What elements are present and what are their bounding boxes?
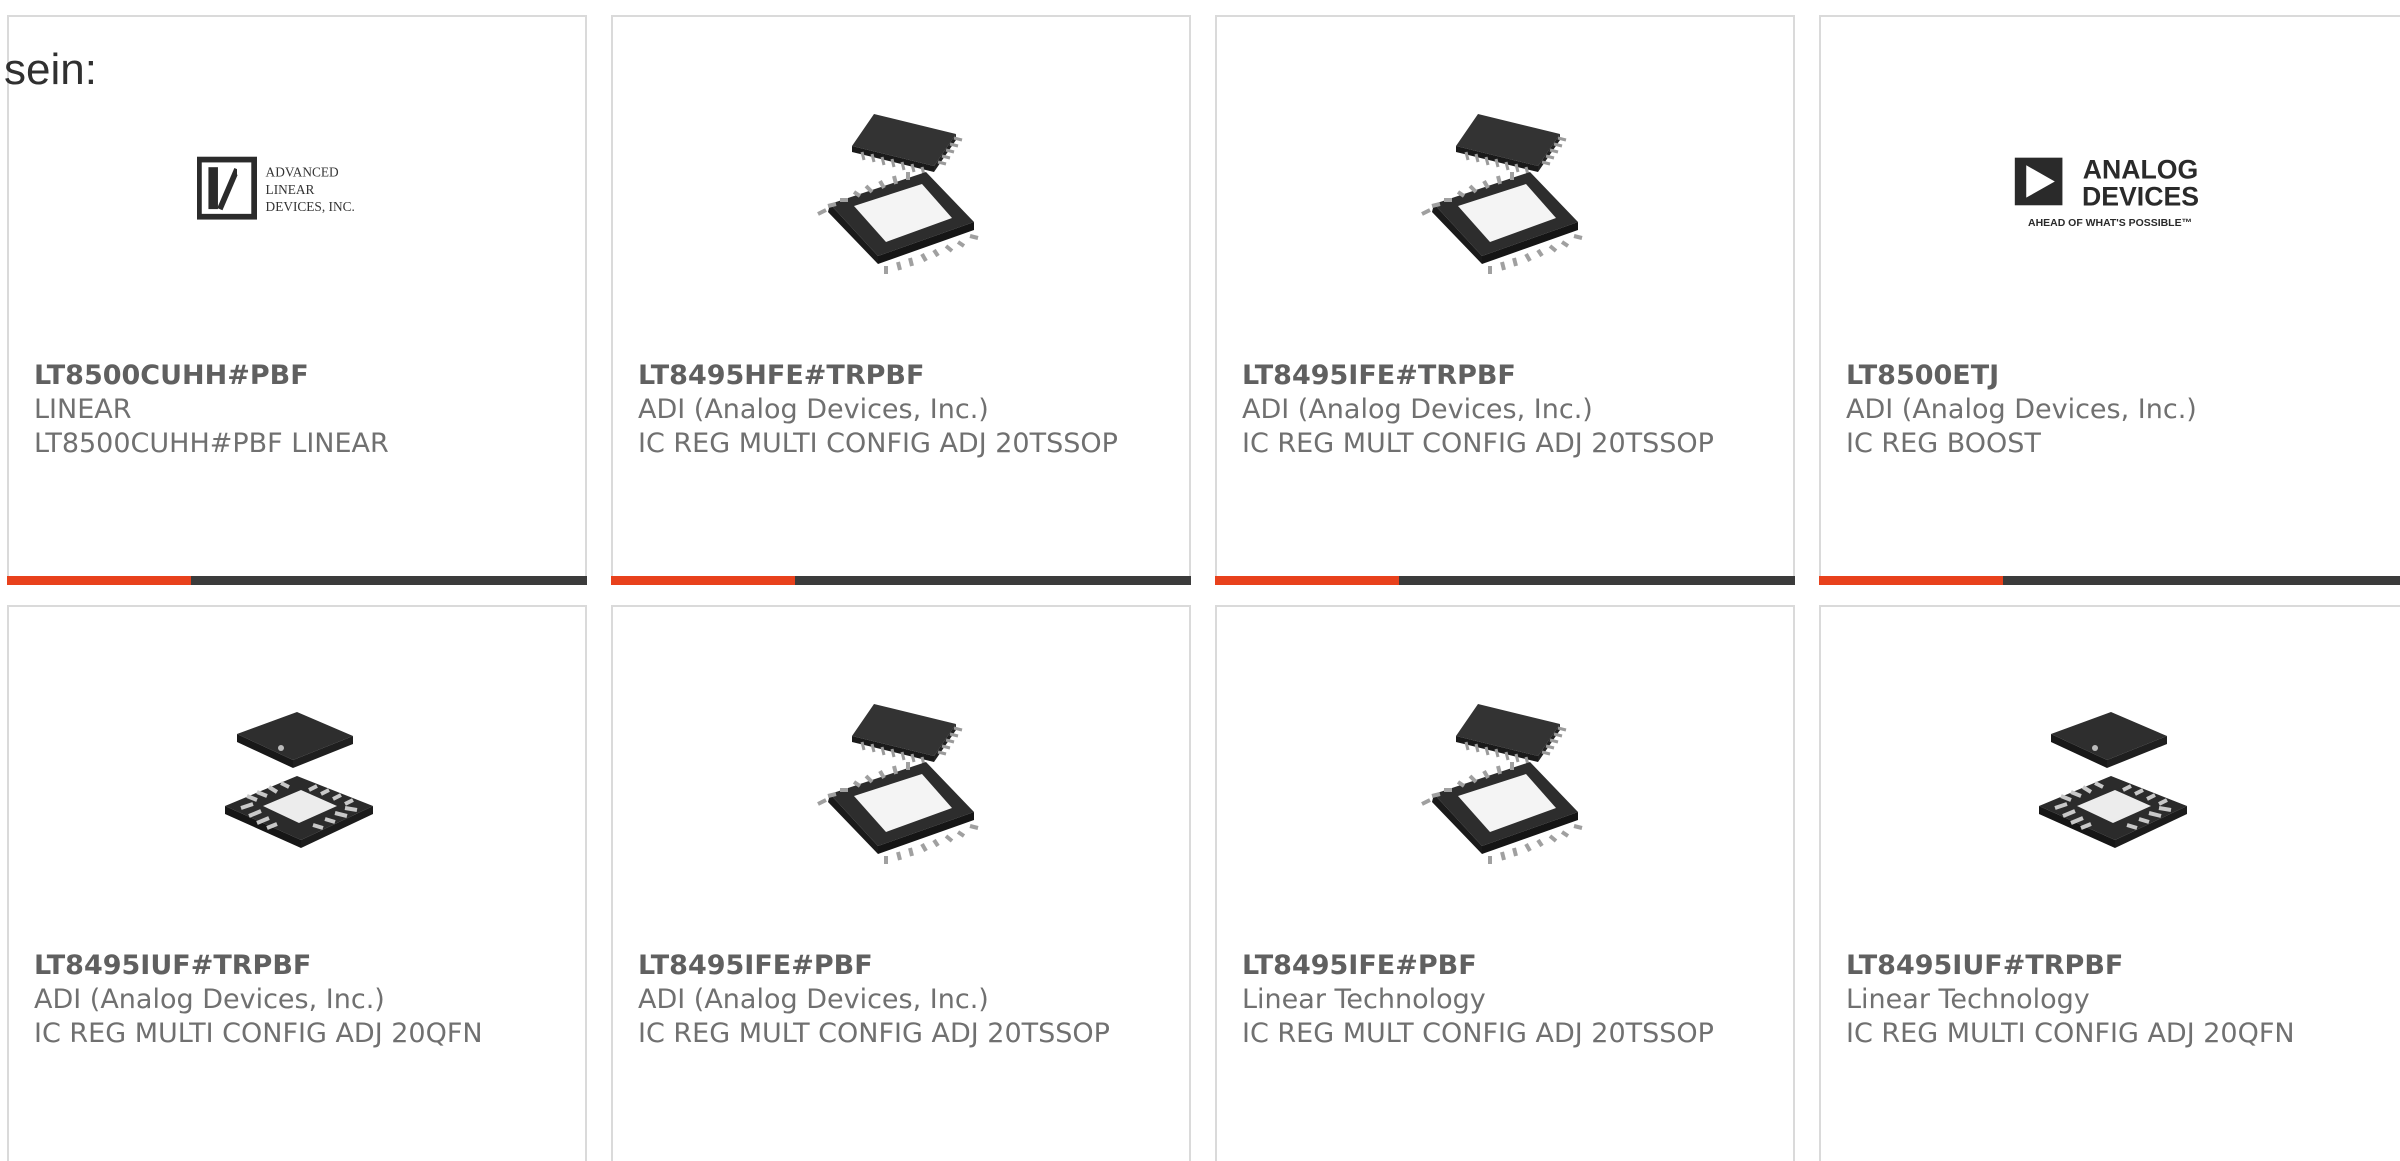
card-accent bbox=[611, 576, 795, 585]
logo-line-1: ADVANCED bbox=[266, 165, 339, 180]
part-number[interactable]: LT8500CUHH#PBF bbox=[34, 359, 565, 393]
card-bottom-bar bbox=[1819, 576, 2400, 585]
card-bottom-bar bbox=[611, 576, 1191, 585]
advanced-linear-devices-logo: ADVANCED LINEAR DEVICES, INC. bbox=[197, 91, 397, 291]
manufacturer: LINEAR bbox=[34, 394, 132, 425]
product-card[interactable]: LT8495IFE#TRPBF ADI (Analog Devices, Inc… bbox=[1215, 15, 1795, 585]
description: IC REG MULT CONFIG ADJ 20TSSOP bbox=[638, 1018, 1110, 1049]
description: IC REG MULT CONFIG ADJ 20TSSOP bbox=[1242, 1018, 1714, 1049]
description: IC REG MULT CONFIG ADJ 20TSSOP bbox=[1242, 428, 1714, 459]
description: IC REG MULTI CONFIG ADJ 20TSSOP bbox=[638, 428, 1118, 459]
manufacturer: Linear Technology bbox=[1846, 984, 2090, 1015]
manufacturer: ADI (Analog Devices, Inc.) bbox=[1242, 394, 1593, 425]
description: IC REG MULTI CONFIG ADJ 20QFN bbox=[1846, 1018, 2295, 1049]
part-number[interactable]: LT8500ETJ bbox=[1846, 359, 2380, 393]
part-number[interactable]: LT8495IFE#PBF bbox=[1242, 949, 1773, 983]
product-card[interactable]: LT8495IUF#TRPBF ADI (Analog Devices, Inc… bbox=[7, 605, 587, 1161]
logo-tagline: AHEAD OF WHAT'S POSSIBLE™ bbox=[2028, 218, 2192, 229]
logo-line-2: DEVICES bbox=[2082, 181, 2199, 211]
lead-text: sein: bbox=[4, 45, 97, 94]
manufacturer: ADI (Analog Devices, Inc.) bbox=[638, 984, 989, 1015]
tssop-chip-image bbox=[801, 681, 1001, 881]
card-bottom-bar bbox=[7, 576, 587, 585]
logo-line-3: DEVICES, INC. bbox=[266, 199, 355, 214]
product-card[interactable]: LT8495IFE#PBF Linear Technology IC REG M… bbox=[1215, 605, 1795, 1161]
product-card[interactable]: LT8495HFE#TRPBF ADI (Analog Devices, Inc… bbox=[611, 15, 1191, 585]
part-number[interactable]: LT8495IUF#TRPBF bbox=[1846, 949, 2380, 983]
product-card[interactable]: ADVANCED LINEAR DEVICES, INC. LT8500CUHH… bbox=[7, 15, 587, 585]
product-card[interactable]: LT8495IUF#TRPBF Linear Technology IC REG… bbox=[1819, 605, 2400, 1161]
logo-line-2: LINEAR bbox=[266, 182, 315, 197]
description: LT8500CUHH#PBF LINEAR bbox=[34, 428, 389, 459]
card-accent bbox=[1819, 576, 2003, 585]
manufacturer: ADI (Analog Devices, Inc.) bbox=[34, 984, 385, 1015]
product-card[interactable]: ANALOG DEVICES AHEAD OF WHAT'S POSSIBLE™… bbox=[1819, 15, 2400, 585]
product-grid: ADVANCED LINEAR DEVICES, INC. LT8500CUHH… bbox=[0, 0, 2400, 1161]
description: IC REG MULTI CONFIG ADJ 20QFN bbox=[34, 1018, 483, 1049]
description: IC REG BOOST bbox=[1846, 428, 2041, 459]
qfn-chip-image bbox=[2011, 681, 2211, 881]
manufacturer: ADI (Analog Devices, Inc.) bbox=[1846, 394, 2197, 425]
card-bottom-bar bbox=[1215, 576, 1795, 585]
manufacturer: Linear Technology bbox=[1242, 984, 1486, 1015]
tssop-chip-image bbox=[801, 91, 1001, 291]
qfn-chip-image bbox=[197, 681, 397, 881]
part-number[interactable]: LT8495IFE#TRPBF bbox=[1242, 359, 1773, 393]
part-number[interactable]: LT8495HFE#TRPBF bbox=[638, 359, 1169, 393]
card-accent bbox=[7, 576, 191, 585]
logo-line-1: ANALOG bbox=[2082, 155, 2198, 185]
card-accent bbox=[1215, 576, 1399, 585]
tssop-chip-image bbox=[1405, 681, 1605, 881]
product-card[interactable]: LT8495IFE#PBF ADI (Analog Devices, Inc.)… bbox=[611, 605, 1191, 1161]
manufacturer: ADI (Analog Devices, Inc.) bbox=[638, 394, 989, 425]
tssop-chip-image bbox=[1405, 91, 1605, 291]
part-number[interactable]: LT8495IUF#TRPBF bbox=[34, 949, 565, 983]
analog-devices-logo: ANALOG DEVICES AHEAD OF WHAT'S POSSIBLE™ bbox=[2011, 91, 2211, 291]
part-number[interactable]: LT8495IFE#PBF bbox=[638, 949, 1169, 983]
